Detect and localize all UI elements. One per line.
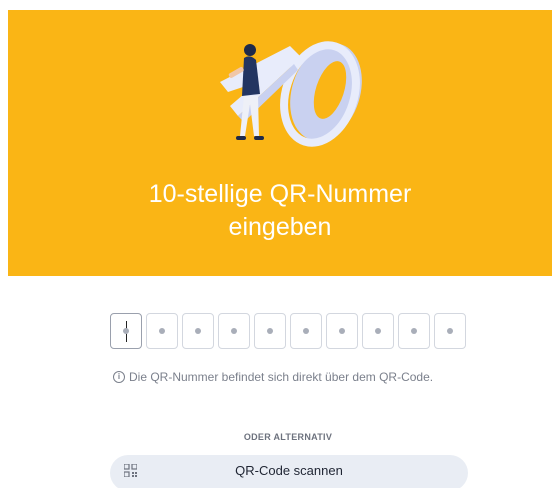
qr-number-input[interactable] (110, 313, 466, 351)
alternative-label: ODER ALTERNATIV (243, 432, 333, 442)
digit-field-5[interactable] (254, 313, 286, 349)
info-icon: i (113, 371, 125, 383)
digit-placeholder-dot (267, 328, 273, 334)
digit-placeholder-dot (447, 328, 453, 334)
digit-field-3[interactable] (182, 313, 214, 349)
digit-field-2[interactable] (146, 313, 178, 349)
digit-field-8[interactable] (362, 313, 394, 349)
person-carrying-ten-illustration (220, 41, 362, 147)
digit-field-1[interactable] (110, 313, 142, 349)
page-title: 10-stellige QR-Nummer eingeben (8, 178, 552, 244)
digit-field-7[interactable] (326, 313, 358, 349)
digit-field-6[interactable] (290, 313, 322, 349)
digit-placeholder-dot (195, 328, 201, 334)
digit-field-9[interactable] (398, 313, 430, 349)
digit-field-4[interactable] (218, 313, 250, 349)
hero-banner: 10-stellige QR-Nummer eingeben (8, 10, 552, 276)
hint-text: i Die QR-Nummer befindet sich direkt übe… (113, 370, 433, 384)
digit-placeholder-dot (159, 328, 165, 334)
page-title-line-1: 10-stellige QR-Nummer (148, 180, 412, 208)
digit-placeholder-dot (339, 328, 345, 334)
digit-placeholder-dot (375, 328, 381, 334)
hint-label: Die QR-Nummer befindet sich direkt über … (129, 370, 434, 384)
digit-field-10[interactable] (434, 313, 466, 349)
digit-placeholder-dot (303, 328, 309, 334)
scan-qr-code-button[interactable]: QR-Code scannen (110, 455, 468, 488)
page-title-line-2: eingeben (228, 213, 332, 241)
digit-placeholder-dot (411, 328, 417, 334)
digit-placeholder-dot (231, 328, 237, 334)
scan-qr-code-label: QR-Code scannen (235, 463, 343, 478)
qr-number-entry-page: 10-stellige QR-Nummer eingeben i Die QR-… (0, 0, 552, 488)
digit-placeholder-dot (123, 328, 129, 334)
